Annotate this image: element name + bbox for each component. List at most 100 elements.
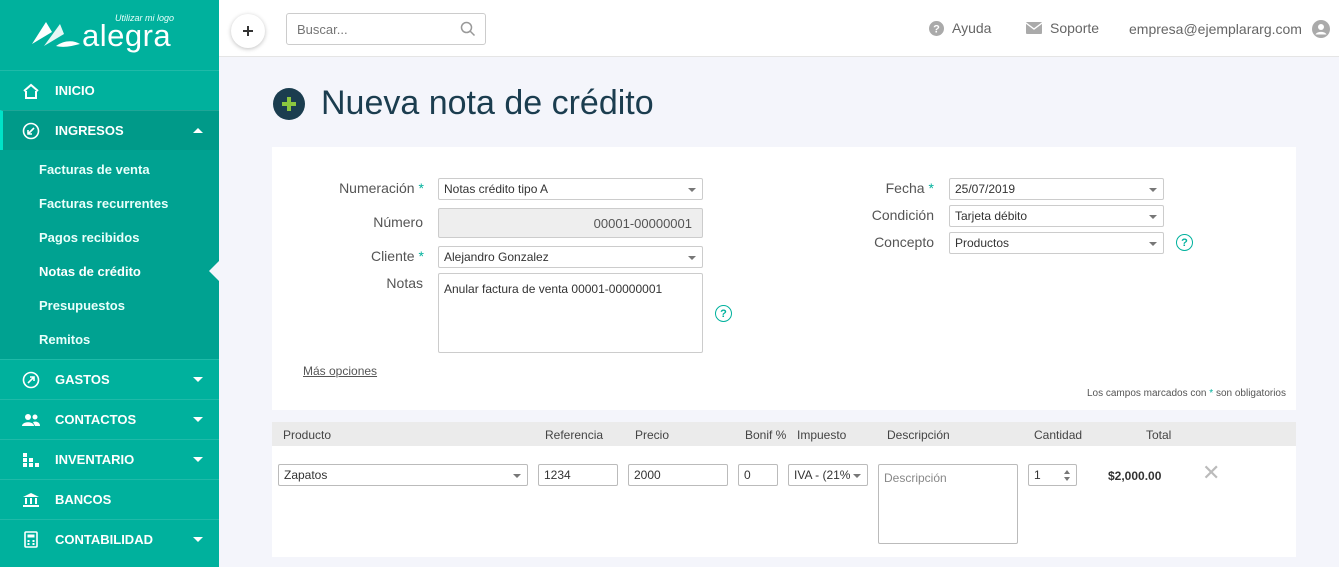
chevron-down-icon: [193, 457, 203, 462]
dropdown-arrow-icon: [513, 474, 521, 478]
stepper-arrows-icon[interactable]: [1063, 469, 1071, 482]
column-header: Cantidad: [1034, 428, 1083, 442]
cliente-value: Alejandro Gonzalez: [444, 250, 549, 264]
notas-textarea[interactable]: Anular factura de venta 00001-00000001: [438, 273, 703, 353]
sidebar-item-label: BANCOS: [55, 492, 112, 507]
chevron-up-icon: [193, 128, 203, 133]
column-header: Producto: [283, 428, 332, 442]
sidebar-item-inicio[interactable]: INICIO: [0, 70, 219, 110]
remove-row-icon[interactable]: ✕: [1202, 460, 1220, 486]
table-header: Producto Referencia Precio Bonif % Impue…: [272, 422, 1296, 446]
envelope-icon: [1026, 22, 1042, 34]
reference-input[interactable]: 1234: [538, 464, 618, 486]
sidebar-item-label: CONTABILIDAD: [55, 532, 153, 547]
dropdown-arrow-icon: [1149, 215, 1157, 219]
required-fields-note: Los campos marcados con * son obligatori…: [1086, 388, 1286, 399]
help-link[interactable]: ? Ayuda: [929, 20, 991, 36]
sidebar-item-ingresos[interactable]: INGRESOS: [0, 110, 219, 150]
dropdown-arrow-icon: [1149, 188, 1157, 192]
support-label: Soporte: [1050, 20, 1100, 36]
ingresos-submenu: Facturas de venta Facturas recurrentes P…: [0, 150, 219, 359]
dropdown-arrow-icon: [688, 256, 696, 260]
notas-help-icon[interactable]: ?: [715, 305, 732, 322]
dropdown-arrow-icon: [853, 474, 861, 478]
chevron-down-icon: [193, 377, 203, 382]
plus-icon: [243, 26, 253, 36]
top-bar: ? Ayuda Soporte empresa@ejemplararg.com: [219, 0, 1339, 57]
dropdown-arrow-icon: [688, 188, 696, 192]
user-email: empresa@ejemplararg.com: [1129, 21, 1302, 37]
concepto-label: Concepto: [874, 234, 934, 250]
notas-label: Notas: [386, 275, 423, 291]
user-menu[interactable]: empresa@ejemplararg.com: [1129, 20, 1338, 38]
expense-icon: [22, 371, 40, 389]
calculator-icon: [22, 531, 40, 549]
search-icon[interactable]: [460, 21, 476, 37]
dropdown-arrow-icon: [1149, 242, 1157, 246]
credit-note-form: Numeración * Notas crédito tipo A Número …: [272, 147, 1296, 410]
product-select[interactable]: Zapatos: [278, 464, 528, 486]
alegra-logo[interactable]: Utilizar mi logo alegra: [0, 0, 219, 70]
submenu-item-pagos-recibidos[interactable]: Pagos recibidos: [0, 220, 219, 254]
sidebar-item-label: INGRESOS: [55, 123, 124, 138]
column-header: Precio: [635, 428, 670, 442]
quick-add-button[interactable]: [231, 14, 265, 48]
sidebar-item-contabilidad[interactable]: CONTABILIDAD: [0, 519, 219, 559]
submenu-item-facturas-recurrentes[interactable]: Facturas recurrentes: [0, 186, 219, 220]
numeracion-select[interactable]: Notas crédito tipo A: [438, 178, 703, 200]
contacts-icon: [22, 411, 40, 429]
column-header: Impuesto: [797, 428, 847, 442]
sidebar: Utilizar mi logo alegra INICIO INGRESOS …: [0, 0, 219, 567]
fecha-select[interactable]: 25/07/2019: [949, 178, 1164, 200]
cliente-label: Cliente *: [370, 248, 424, 264]
sidebar-item-inventario[interactable]: INVENTARIO: [0, 439, 219, 479]
sidebar-item-label: CONTACTOS: [55, 412, 137, 427]
submenu-item-remitos[interactable]: Remitos: [0, 322, 219, 356]
numero-label: Número: [373, 214, 423, 230]
sidebar-item-gastos[interactable]: GASTOS: [0, 359, 219, 399]
condicion-label: Condición: [871, 207, 934, 223]
column-header: Total: [1146, 428, 1172, 442]
submenu-item-facturas-venta[interactable]: Facturas de venta: [0, 152, 219, 186]
page-title: Nueva nota de crédito: [321, 84, 654, 122]
concepto-help-icon[interactable]: ?: [1176, 234, 1193, 251]
user-avatar-icon: [1311, 20, 1330, 38]
fecha-label: Fecha *: [885, 180, 934, 196]
more-options-link[interactable]: Más opciones: [303, 364, 377, 378]
price-input[interactable]: 2000: [628, 464, 728, 486]
concepto-select[interactable]: Productos: [949, 232, 1164, 254]
logo-wordmark: alegra: [82, 18, 172, 53]
alegra-logo-icon: [32, 22, 80, 47]
question-icon: ?: [929, 20, 944, 36]
condicion-select[interactable]: Tarjeta débito: [949, 205, 1164, 227]
tax-select[interactable]: IVA - (21%: [788, 464, 868, 486]
discount-input[interactable]: 0: [738, 464, 778, 486]
svg-text:?: ?: [933, 23, 940, 35]
concepto-value: Productos: [955, 236, 1010, 250]
sidebar-item-label: GASTOS: [55, 372, 110, 387]
description-textarea[interactable]: Descripción: [878, 464, 1018, 544]
column-header: Referencia: [545, 428, 604, 442]
sidebar-item-bancos[interactable]: BANCOS: [0, 479, 219, 519]
bank-icon: [22, 491, 40, 509]
fecha-value: 25/07/2019: [955, 182, 1016, 196]
page-header: Nueva nota de crédito: [273, 84, 654, 123]
chevron-down-icon: [193, 417, 203, 422]
submenu-item-notas-credito[interactable]: Notas de crédito: [0, 254, 219, 288]
quantity-stepper[interactable]: 1: [1028, 464, 1077, 486]
submenu-item-presupuestos[interactable]: Presupuestos: [0, 288, 219, 322]
support-link[interactable]: Soporte: [1026, 20, 1099, 36]
cliente-select[interactable]: Alejandro Gonzalez: [438, 246, 703, 268]
sidebar-item-contactos[interactable]: CONTACTOS: [0, 399, 219, 439]
numeracion-label: Numeración *: [339, 180, 424, 196]
column-header: Descripción: [887, 428, 950, 442]
row-total: $2,000.00: [1108, 469, 1162, 483]
income-icon: [22, 122, 40, 140]
home-icon: [22, 82, 40, 100]
numeracion-value: Notas crédito tipo A: [444, 182, 549, 196]
sidebar-item-label: INVENTARIO: [55, 452, 135, 467]
chevron-down-icon: [193, 537, 203, 542]
search-input[interactable]: [286, 13, 486, 45]
sidebar-item-label: INICIO: [55, 83, 95, 98]
help-label: Ayuda: [952, 20, 992, 36]
